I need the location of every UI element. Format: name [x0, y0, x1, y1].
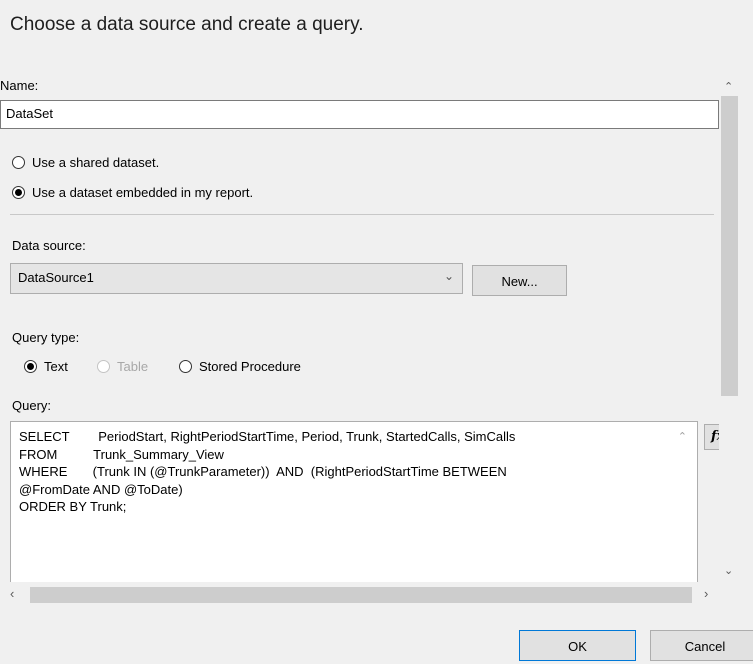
scroll-down-icon[interactable]: ⌄ [724, 564, 733, 577]
shared-dataset-option[interactable]: Use a shared dataset. [12, 155, 159, 170]
vertical-scroll-thumb[interactable] [721, 96, 738, 396]
data-source-value: DataSource1 [18, 270, 94, 285]
ok-button[interactable]: OK [519, 630, 636, 661]
expression-button[interactable]: fx [704, 424, 720, 450]
query-type-stored-procedure-radio[interactable] [179, 360, 192, 373]
query-type-table-option: Table [97, 359, 148, 374]
shared-dataset-label: Use a shared dataset. [32, 155, 160, 170]
data-source-label: Data source: [12, 238, 86, 253]
embedded-dataset-radio[interactable] [12, 186, 25, 199]
query-type-text-label: Text [44, 359, 68, 374]
query-type-table-label: Table [117, 359, 149, 374]
query-scroll-up-icon[interactable]: ⌃ [678, 430, 687, 443]
new-data-source-button[interactable]: New... [472, 265, 567, 296]
data-source-dropdown[interactable]: DataSource1 ⌄ [10, 263, 463, 294]
embedded-dataset-label: Use a dataset embedded in my report. [32, 185, 254, 200]
query-type-text-radio[interactable] [24, 360, 37, 373]
query-text[interactable]: SELECT PeriodStart, RightPeriodStartTime… [19, 428, 515, 516]
embedded-dataset-option[interactable]: Use a dataset embedded in my report. [12, 185, 253, 200]
query-type-table-radio [97, 360, 110, 373]
query-type-stored-procedure-option[interactable]: Stored Procedure [179, 359, 301, 374]
cancel-button[interactable]: Cancel [650, 630, 753, 661]
query-type-label: Query type: [12, 330, 80, 345]
dialog-heading: Choose a data source and create a query. [10, 14, 364, 35]
scroll-left-icon[interactable]: ‹ [10, 586, 14, 601]
query-type-text-option[interactable]: Text [24, 359, 68, 374]
shared-dataset-radio[interactable] [12, 156, 25, 169]
scroll-right-icon[interactable]: › [704, 586, 708, 601]
horizontal-scroll-thumb[interactable] [30, 587, 692, 603]
chevron-down-icon: ⌄ [443, 269, 454, 283]
horizontal-scrollbar[interactable]: ‹ › [0, 582, 719, 608]
vertical-scrollbar[interactable]: ⌃ ⌄ [719, 66, 740, 582]
query-type-stored-procedure-label: Stored Procedure [199, 359, 301, 374]
scroll-up-icon[interactable]: ⌃ [724, 80, 733, 93]
query-editor[interactable]: SELECT PeriodStart, RightPeriodStartTime… [10, 421, 698, 582]
name-input[interactable]: DataSet [0, 100, 719, 129]
name-label: Name: [0, 78, 39, 93]
query-label: Query: [12, 398, 52, 413]
separator [10, 214, 714, 215]
dataset-properties-panel: Name: DataSet Use a shared dataset. Use … [0, 66, 720, 582]
